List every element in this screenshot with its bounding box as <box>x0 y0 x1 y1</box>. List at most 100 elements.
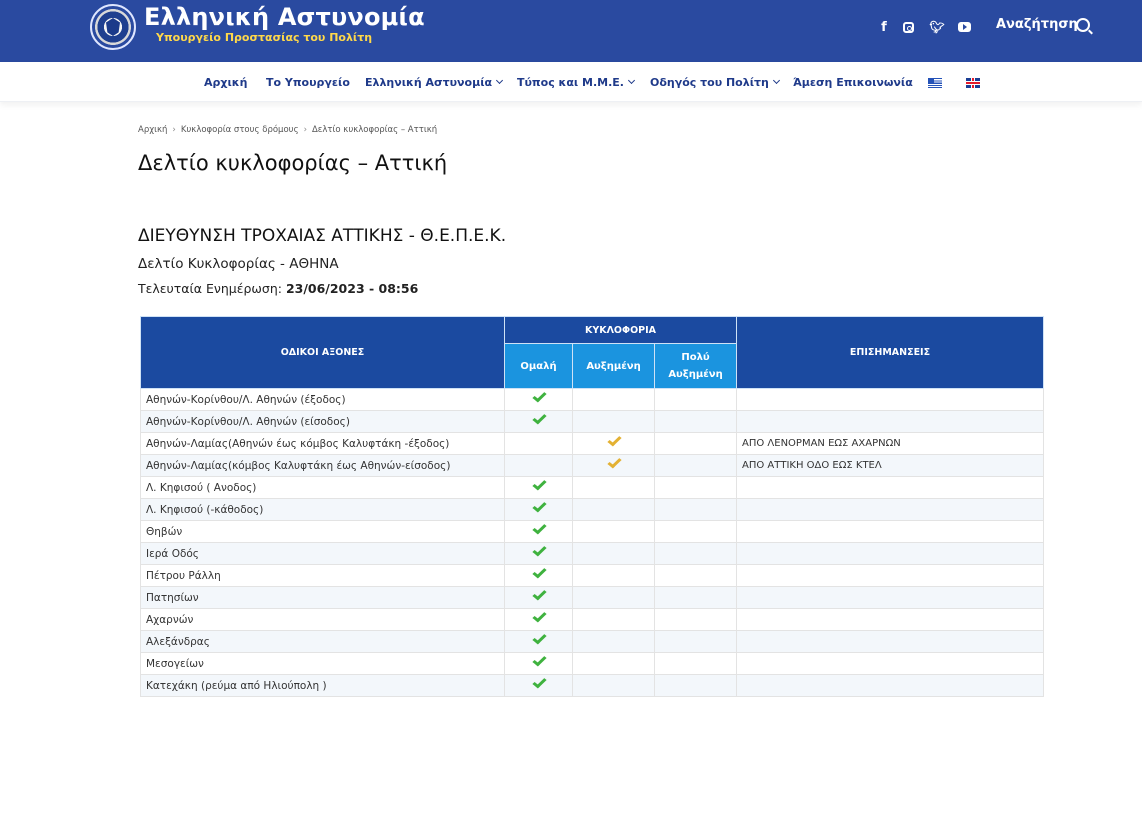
last-update-value: 23/06/2023 - 08:56 <box>285 281 419 296</box>
road-name: Λ. Κηφισού (-κάθοδος) <box>140 498 505 521</box>
checkmark-icon <box>533 566 544 578</box>
header-very-increased: Πολύ Αυξημένη <box>654 343 737 389</box>
header-normal: Ομαλή <box>504 343 573 389</box>
road-name: Αθηνών-Λαμίας(Αθηνών έως κόμβος Καλυφτάκ… <box>140 432 505 455</box>
checkmark-icon <box>533 522 544 534</box>
uk-flag-icon[interactable] <box>966 78 980 88</box>
facebook-icon[interactable]: f <box>873 16 895 38</box>
traffic-increased-cell <box>572 498 655 521</box>
traffic-normal-cell <box>504 410 573 433</box>
traffic-very-increased-cell <box>654 520 737 543</box>
breadcrumb-home[interactable]: Αρχική <box>138 125 167 135</box>
nav-label: Τύπος και Μ.Μ.Ε. <box>517 76 624 89</box>
note-cell <box>736 542 1044 565</box>
nav-label: Άμεση Επικοινωνία <box>793 76 913 89</box>
table-row: Πατησίων <box>140 586 1044 609</box>
police-logo[interactable] <box>90 4 136 50</box>
note-cell <box>736 476 1044 499</box>
breadcrumb: Αρχική › Κυκλοφορία στους δρόμους › Δελτίο κ… <box>138 125 437 135</box>
site-title[interactable]: Ελληνική Αστυνομία <box>144 3 425 31</box>
road-name: Κατεχάκη (ρεύμα από Ηλιούπολη ) <box>140 674 505 697</box>
traffic-normal-cell <box>504 608 573 631</box>
twitter-icon[interactable]: 🐦︎ <box>926 16 948 38</box>
road-name: Αλεξάνδρας <box>140 630 505 653</box>
table-row: Αθηνών-Λαμίας(Αθηνών έως κόμβος Καλυφτάκ… <box>140 432 1044 455</box>
traffic-very-increased-cell <box>654 388 737 411</box>
table-row: Λ. Κηφισού ( Ανοδος) <box>140 476 1044 499</box>
traffic-very-increased-cell <box>654 608 737 631</box>
note-cell <box>736 630 1044 653</box>
traffic-very-increased-cell <box>654 542 737 565</box>
checkmark-icon <box>533 632 544 644</box>
checkmark-icon <box>533 500 544 512</box>
nav-label: Το Υπουργείο <box>266 76 350 89</box>
road-name: Πατησίων <box>140 586 505 609</box>
nav-item-citizen-guide[interactable]: Οδηγός του Πολίτη <box>650 76 780 89</box>
road-name: Αθηνών-Κορίνθου/Λ. Αθηνών (είσοδος) <box>140 410 505 433</box>
note-cell <box>736 652 1044 675</box>
nav-item-press[interactable]: Τύπος και Μ.Μ.Ε. <box>517 76 636 89</box>
checkmark-icon <box>608 434 619 446</box>
instagram-icon[interactable] <box>897 16 919 38</box>
site-subtitle: Υπουργείο Προστασίας του Πολίτη <box>156 31 373 44</box>
table-row: Αλεξάνδρας <box>140 630 1044 653</box>
table-row: Αχαρνών <box>140 608 1044 631</box>
header-traffic: ΚΥΚΛΟΦΟΡΙΑ <box>504 316 737 344</box>
chevron-down-icon <box>772 76 780 85</box>
note-cell <box>736 388 1044 411</box>
header-roads: ΟΔΙΚΟΙ ΑΞΟΝΕΣ <box>140 316 505 389</box>
note-cell: ΑΠΟ ΑΤΤΙΚΗ ΟΔΟ ΕΩΣ ΚΤΕΛ <box>736 454 1044 477</box>
road-name: Αθηνών-Κορίνθου/Λ. Αθηνών (έξοδος) <box>140 388 505 411</box>
nav-label: Ελληνική Αστυνομία <box>365 76 493 89</box>
road-name: Αθηνών-Λαμίας(κόμβος Καλυφτάκη έως Αθηνώ… <box>140 454 505 477</box>
report-heading: ΔΙΕΥΘΥΝΣΗ ΤΡΟΧΑΙΑΣ ΑΤΤΙΚΗΣ - Θ.Ε.Π.Ε.Κ. <box>138 226 507 246</box>
youtube-icon[interactable] <box>953 16 975 38</box>
traffic-table: ΟΔΙΚΟΙ ΑΞΟΝΕΣ ΚΥΚΛΟΦΟΡΙΑ ΕΠΙΣΗΜΑΝΣΕΙΣ Ομ… <box>140 316 1044 697</box>
breadcrumb-separator: › <box>172 125 176 135</box>
header-notes: ΕΠΙΣΗΜΑΝΣΕΙΣ <box>736 316 1044 389</box>
last-update: Τελευταία Ενημέρωση: 23/06/2023 - 08:56 <box>138 281 418 296</box>
traffic-normal-cell <box>504 388 573 411</box>
nav-item-hellenic-police[interactable]: Ελληνική Αστυνομία <box>365 76 504 89</box>
breadcrumb-traffic[interactable]: Κυκλοφορία στους δρόμους <box>181 125 299 135</box>
nav-label: Αρχική <box>204 76 248 89</box>
traffic-normal-cell <box>504 652 573 675</box>
traffic-increased-cell <box>572 564 655 587</box>
traffic-increased-cell <box>572 388 655 411</box>
table-row: Αθηνών-Κορίνθου/Λ. Αθηνών (έξοδος) <box>140 388 1044 411</box>
note-cell <box>736 520 1044 543</box>
traffic-normal-cell <box>504 564 573 587</box>
nav-item-ministry[interactable]: Το Υπουργείο <box>266 76 350 89</box>
header-increased: Αυξημένη <box>572 343 655 389</box>
table-row: Κατεχάκη (ρεύμα από Ηλιούπολη ) <box>140 674 1044 697</box>
checkmark-icon <box>533 544 544 556</box>
note-cell <box>736 498 1044 521</box>
nav-item-home[interactable]: Αρχική <box>204 76 247 89</box>
traffic-table-body: Αθηνών-Κορίνθου/Λ. Αθηνών (έξοδος) Αθηνών… <box>140 388 1044 697</box>
traffic-normal-cell <box>504 454 573 477</box>
nav-item-contact[interactable]: Άμεση Επικοινωνία <box>793 76 913 89</box>
traffic-very-increased-cell <box>654 674 737 697</box>
search-button[interactable]: Αναζήτηση <box>996 17 1078 32</box>
traffic-increased-cell <box>572 542 655 565</box>
note-cell <box>736 564 1044 587</box>
checkmark-icon <box>533 588 544 600</box>
search-icon[interactable] <box>1076 18 1090 32</box>
table-row: Μεσογείων <box>140 652 1044 675</box>
traffic-increased-cell <box>572 410 655 433</box>
traffic-very-increased-cell <box>654 454 737 477</box>
traffic-normal-cell <box>504 630 573 653</box>
note-cell: ΑΠΟ ΛΕΝΟΡΜΑΝ ΕΩΣ ΑΧΑΡΝΩΝ <box>736 432 1044 455</box>
road-name: Θηβών <box>140 520 505 543</box>
traffic-increased-cell <box>572 432 655 455</box>
table-row: Λ. Κηφισού (-κάθοδος) <box>140 498 1044 521</box>
traffic-increased-cell <box>572 520 655 543</box>
greek-flag-icon[interactable] <box>928 78 942 88</box>
traffic-normal-cell <box>504 586 573 609</box>
traffic-increased-cell <box>572 608 655 631</box>
road-name: Ιερά Οδός <box>140 542 505 565</box>
checkmark-icon <box>608 456 619 468</box>
traffic-increased-cell <box>572 476 655 499</box>
traffic-normal-cell <box>504 542 573 565</box>
page-bottom-space <box>0 763 1142 813</box>
